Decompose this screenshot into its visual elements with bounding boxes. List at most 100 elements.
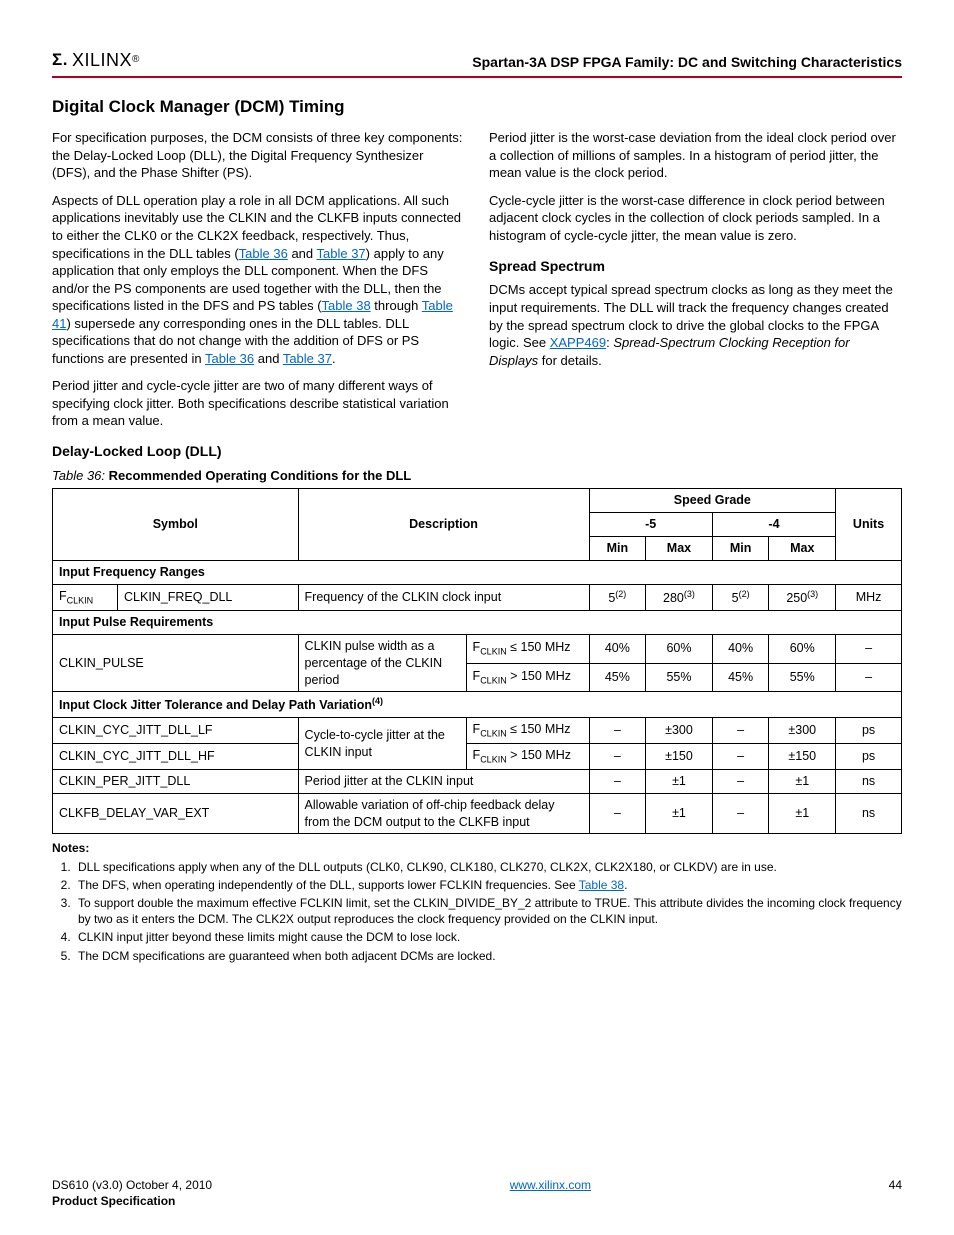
notes-list: DLL specifications apply when any of the… <box>52 859 902 964</box>
intro-p1: For specification purposes, the DCM cons… <box>52 129 465 182</box>
table-38-link[interactable]: Table 38 <box>322 298 371 313</box>
cell-val: – <box>589 793 646 834</box>
notes-title: Notes: <box>52 840 902 856</box>
cell-val: ±1 <box>769 793 836 834</box>
cell-sym: CLKIN_CYC_JITT_DLL_HF <box>53 744 299 770</box>
cell-val: – <box>589 744 646 770</box>
cell-sym2: CLKIN_FREQ_DLL <box>118 584 299 610</box>
col2-p3: DCMs accept typical spread spectrum cloc… <box>489 281 902 369</box>
cell-val: – <box>712 744 769 770</box>
cell-cond: FCLKIN ≤ 150 MHz <box>466 718 589 744</box>
cell-cond: FCLKIN > 150 MHz <box>466 663 589 692</box>
cell-units: – <box>836 663 902 692</box>
cell-units: ps <box>836 718 902 744</box>
cell-val: 60% <box>769 634 836 663</box>
cell-val: 55% <box>646 663 713 692</box>
dll-table: Symbol Description Speed Grade Units -5 … <box>52 488 902 834</box>
cell-val: 280(3) <box>646 584 713 610</box>
th-m5: -5 <box>589 513 712 537</box>
page-footer: DS610 (v3.0) October 4, 2010 Product Spe… <box>52 1177 902 1209</box>
cell-sym: FCLKIN <box>53 584 118 610</box>
cell-desc: Cycle-to-cycle jitter at the CLKIN input <box>298 718 466 769</box>
table-row: CLKIN_PER_JITT_DLL Period jitter at the … <box>53 769 902 793</box>
section-freq: Input Frequency Ranges <box>53 561 902 585</box>
th-speed-grade: Speed Grade <box>589 489 836 513</box>
logo: Σ. XILINX® <box>52 48 140 72</box>
cell-desc: Frequency of the CLKIN clock input <box>298 584 589 610</box>
cell-units: ns <box>836 793 902 834</box>
cell-sym: CLKIN_PER_JITT_DLL <box>53 769 299 793</box>
xapp469-link[interactable]: XAPP469 <box>550 335 606 350</box>
spread-spectrum-heading: Spread Spectrum <box>489 257 902 276</box>
note-1: DLL specifications apply when any of the… <box>74 859 902 875</box>
cell-cond: FCLKIN > 150 MHz <box>466 744 589 770</box>
cell-val: ±150 <box>769 744 836 770</box>
th-m4: -4 <box>712 513 835 537</box>
cell-val: – <box>712 769 769 793</box>
cell-units: – <box>836 634 902 663</box>
section-pulse: Input Pulse Requirements <box>53 610 902 634</box>
cell-val: ±1 <box>646 793 713 834</box>
table-37-link[interactable]: Table 37 <box>317 246 366 261</box>
cell-val: 55% <box>769 663 836 692</box>
th-symbol: Symbol <box>53 489 299 561</box>
table-36-link-2[interactable]: Table 36 <box>205 351 254 366</box>
note-2: The DFS, when operating independently of… <box>74 877 902 893</box>
cell-val: – <box>712 793 769 834</box>
cell-units: ns <box>836 769 902 793</box>
cell-val: ±1 <box>769 769 836 793</box>
cell-val: 60% <box>646 634 713 663</box>
th-m5-min: Min <box>589 537 646 561</box>
footer-page-number: 44 <box>889 1177 902 1209</box>
cell-sym: CLKIN_CYC_JITT_DLL_LF <box>53 718 299 744</box>
cell-desc: Allowable variation of off-chip feedback… <box>298 793 589 834</box>
footer-center: www.xilinx.com <box>212 1177 889 1209</box>
cell-val: 45% <box>589 663 646 692</box>
note-5: The DCM specifications are guaranteed wh… <box>74 948 902 964</box>
body-columns: For specification purposes, the DCM cons… <box>52 129 902 430</box>
table-row: CLKIN_PULSE CLKIN pulse width as a perce… <box>53 634 902 663</box>
cell-sym: CLKFB_DELAY_VAR_EXT <box>53 793 299 834</box>
cell-val: 40% <box>589 634 646 663</box>
cell-val: – <box>712 718 769 744</box>
intro-p2: Aspects of DLL operation play a role in … <box>52 192 465 367</box>
footer-left: DS610 (v3.0) October 4, 2010 Product Spe… <box>52 1177 212 1209</box>
section-jitter: Input Clock Jitter Tolerance and Delay P… <box>53 692 902 718</box>
cell-val: ±300 <box>769 718 836 744</box>
th-m4-max: Max <box>769 537 836 561</box>
cell-desc: Period jitter at the CLKIN input <box>298 769 589 793</box>
th-units: Units <box>836 489 902 561</box>
table-row: CLKIN_CYC_JITT_DLL_HF FCLKIN > 150 MHz –… <box>53 744 902 770</box>
th-description: Description <box>298 489 589 561</box>
logo-mark-icon: Σ. <box>52 49 68 72</box>
xilinx-url-link[interactable]: www.xilinx.com <box>510 1178 591 1192</box>
cell-val: 45% <box>712 663 769 692</box>
col2-p2: Cycle-cycle jitter is the worst-case dif… <box>489 192 902 245</box>
cell-cond: FCLKIN ≤ 150 MHz <box>466 634 589 663</box>
cell-desc: CLKIN pulse width as a percentage of the… <box>298 634 466 692</box>
table-38-link-note[interactable]: Table 38 <box>579 878 624 892</box>
page-header: Σ. XILINX® Spartan-3A DSP FPGA Family: D… <box>52 48 902 78</box>
intro-p3: Period jitter and cycle-cycle jitter are… <box>52 377 465 430</box>
cell-val: – <box>589 769 646 793</box>
th-m5-max: Max <box>646 537 713 561</box>
cell-sym: CLKIN_PULSE <box>53 634 299 692</box>
page-title: Digital Clock Manager (DCM) Timing <box>52 96 902 119</box>
cell-val: ±300 <box>646 718 713 744</box>
table-37-link-2[interactable]: Table 37 <box>283 351 332 366</box>
col2-p1: Period jitter is the worst-case deviatio… <box>489 129 902 182</box>
table-caption: Table 36: Recommended Operating Conditio… <box>52 467 902 485</box>
cell-units: MHz <box>836 584 902 610</box>
note-4: CLKIN input jitter beyond these limits m… <box>74 929 902 945</box>
cell-val: 250(3) <box>769 584 836 610</box>
table-36-link[interactable]: Table 36 <box>239 246 288 261</box>
table-row: FCLKIN CLKIN_FREQ_DLL Frequency of the C… <box>53 584 902 610</box>
note-3: To support double the maximum effective … <box>74 895 902 927</box>
cell-units: ps <box>836 744 902 770</box>
cell-val: 5(2) <box>712 584 769 610</box>
th-m4-min: Min <box>712 537 769 561</box>
table-row: CLKIN_CYC_JITT_DLL_LF Cycle-to-cycle jit… <box>53 718 902 744</box>
doc-title: Spartan-3A DSP FPGA Family: DC and Switc… <box>472 53 902 72</box>
cell-val: ±1 <box>646 769 713 793</box>
cell-val: ±150 <box>646 744 713 770</box>
